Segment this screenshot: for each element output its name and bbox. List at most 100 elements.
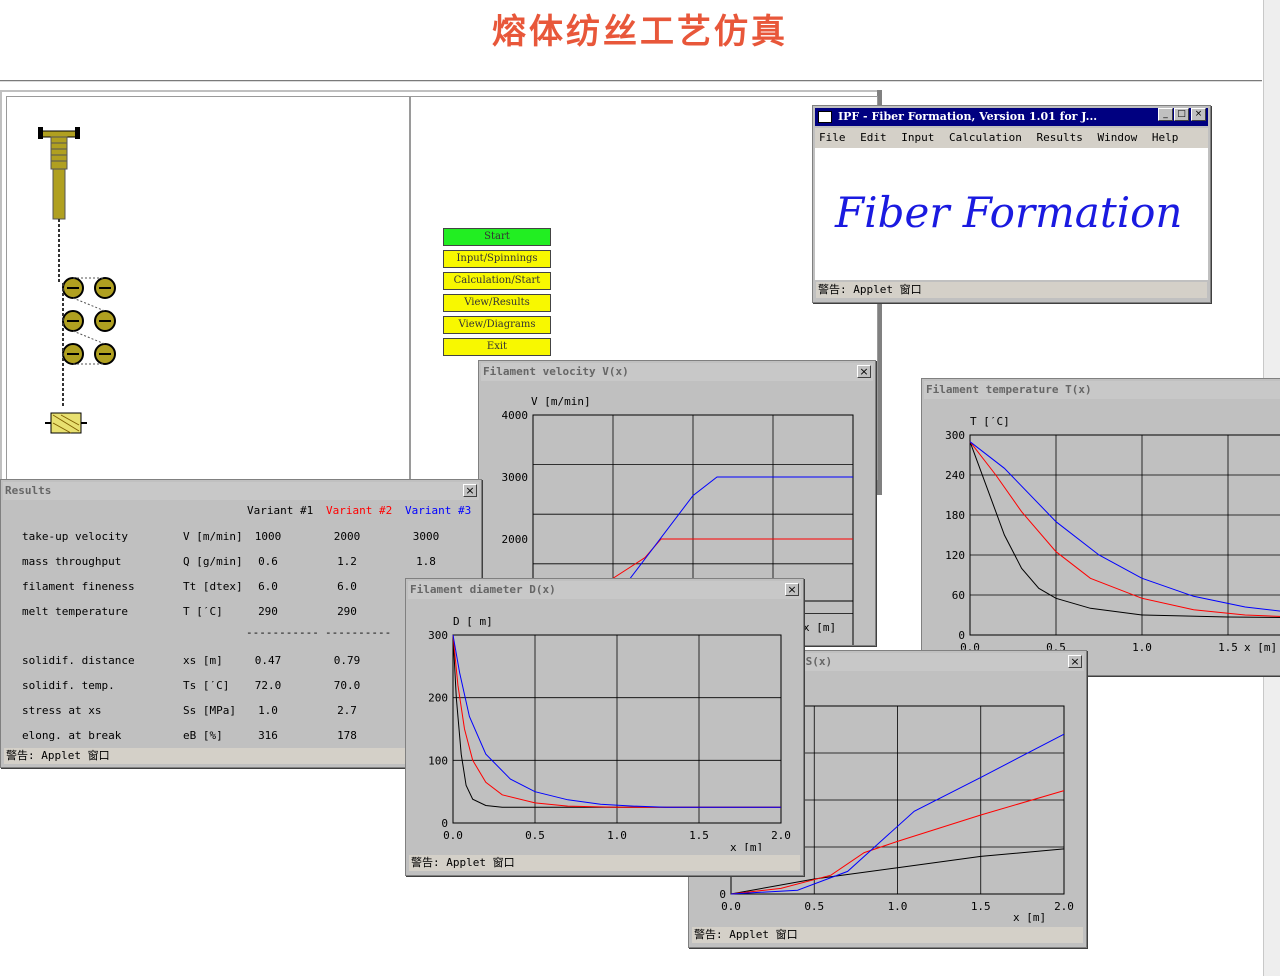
result-unit: Ts [ˊC] bbox=[183, 679, 230, 692]
menu-file[interactable]: File bbox=[819, 131, 846, 144]
minimize-button[interactable]: _ bbox=[1158, 108, 1173, 121]
y-tick-label: 4000 bbox=[502, 409, 529, 422]
result-value: 2000 bbox=[333, 530, 361, 543]
menu-input[interactable]: Input bbox=[901, 131, 934, 144]
temperature-window: Filament temperature T(x) T [ˊC] 0.0 0.5 1… bbox=[921, 378, 1280, 676]
tension-status-bar: 警告: Applet 窗口 bbox=[692, 927, 1083, 943]
app-menubar: File Edit Input Calculation Results Wind… bbox=[815, 128, 1208, 148]
diameter-window-title[interactable]: Filament diameter D(x) bbox=[408, 581, 801, 599]
diameter-status-bar: 警告: Applet 窗口 bbox=[409, 855, 800, 871]
tension-xlabel: x [m] bbox=[1013, 911, 1046, 923]
result-unit: T [ˊC] bbox=[183, 605, 223, 618]
result-value: 290 bbox=[258, 605, 278, 618]
y-tick-label: 300 bbox=[428, 629, 448, 642]
spinning-line-illustration bbox=[38, 127, 116, 434]
diameter-ylabel: D [ m] bbox=[453, 615, 493, 628]
variant-header-3: Variant #3 bbox=[405, 504, 472, 517]
menu-results[interactable]: Results bbox=[1036, 131, 1082, 144]
result-unit: eB [%] bbox=[183, 729, 223, 742]
x-tick-label: 1.0 bbox=[1132, 641, 1152, 654]
result-label: solidif. distance bbox=[22, 654, 135, 667]
series-line-2 bbox=[969, 441, 1280, 617]
result-unit: xs [m] bbox=[183, 654, 223, 667]
temperature-ylabel: T [ˊC] bbox=[970, 415, 1010, 428]
result-value: ----------- bbox=[246, 626, 319, 639]
x-tick-label: 0.5 bbox=[804, 900, 824, 913]
velocity-close-button[interactable]: × bbox=[857, 365, 871, 378]
velocity-xlabel: x [m] bbox=[803, 621, 836, 634]
result-label: take-up velocity bbox=[22, 530, 128, 543]
result-label: melt temperature bbox=[22, 605, 128, 618]
maximize-button[interactable]: □ bbox=[1174, 108, 1189, 121]
result-value: ---------- bbox=[325, 626, 392, 639]
result-value: 178 bbox=[337, 729, 357, 742]
extruder-graphic bbox=[38, 127, 80, 283]
app-close-button[interactable]: × bbox=[1191, 108, 1206, 121]
result-value: 1.2 bbox=[337, 555, 357, 568]
title-divider bbox=[0, 80, 1262, 82]
result-value: 6.0 bbox=[258, 580, 278, 593]
temperature-window-title[interactable]: Filament temperature T(x) bbox=[924, 381, 1280, 399]
y-tick-label: 2000 bbox=[502, 533, 529, 546]
result-value: 70.0 bbox=[333, 679, 361, 692]
series-line-3 bbox=[969, 441, 1280, 612]
view-results-button[interactable]: View/Results bbox=[443, 294, 551, 312]
fiber-formation-banner: Fiber Formation bbox=[835, 188, 1183, 237]
result-value: 290 bbox=[337, 605, 357, 618]
result-value: 6.0 bbox=[337, 580, 357, 593]
diameter-window: Filament diameter D(x) × D [ m] 0.0 0.5 1.… bbox=[405, 578, 804, 876]
result-label: elong. at break bbox=[22, 729, 122, 742]
result-unit: Tt [dtex] bbox=[183, 580, 243, 593]
app-titlebar[interactable]: IPF - Fiber Formation, Version 1.01 for … bbox=[815, 108, 1208, 126]
fiber-formation-window: IPF - Fiber Formation, Version 1.01 for … bbox=[812, 105, 1211, 303]
y-tick-label: 240 bbox=[945, 469, 965, 482]
spinning-line-panel bbox=[6, 96, 410, 480]
result-value: 3000 bbox=[412, 530, 440, 543]
result-unit: Q [g/min] bbox=[183, 555, 243, 568]
result-value: 1000 bbox=[254, 530, 282, 543]
y-tick-label: 60 bbox=[952, 589, 965, 602]
app-window-title: IPF - Fiber Formation, Version 1.01 for … bbox=[838, 110, 1098, 123]
x-tick-label: 1.0 bbox=[888, 900, 908, 913]
tension-close-button[interactable]: × bbox=[1068, 655, 1082, 668]
x-tick-label: 1.5 bbox=[971, 900, 991, 913]
menu-window[interactable]: Window bbox=[1097, 131, 1137, 144]
result-unit: V [m/min] bbox=[183, 530, 243, 543]
result-unit: Ss [MPa] bbox=[183, 704, 236, 717]
y-tick-label: 3000 bbox=[502, 471, 529, 484]
start-button[interactable]: Start bbox=[443, 228, 551, 246]
result-value: 316 bbox=[258, 729, 278, 742]
x-tick-label: 1.5 bbox=[689, 829, 709, 842]
velocity-ylabel: V [m/min] bbox=[531, 395, 591, 408]
menu-edit[interactable]: Edit bbox=[860, 131, 887, 144]
menu-help[interactable]: Help bbox=[1152, 131, 1179, 144]
menu-calculation[interactable]: Calculation bbox=[949, 131, 1022, 144]
result-label: solidif. temp. bbox=[22, 679, 115, 692]
result-label: stress at xs bbox=[22, 704, 102, 717]
x-tick-label: 2.0 bbox=[771, 829, 791, 842]
variant-header-2: Variant #2 bbox=[326, 504, 393, 517]
x-tick-label: 2.0 bbox=[1054, 900, 1074, 913]
page-title: 熔体纺丝工艺仿真 bbox=[492, 12, 788, 52]
app-client-area: Fiber Formation bbox=[815, 148, 1208, 280]
result-value: 1.8 bbox=[416, 555, 436, 568]
input-spinnings-button[interactable]: Input/Spinnings bbox=[443, 250, 551, 268]
y-tick-label: 0 bbox=[441, 817, 448, 830]
variant-header-1: Variant #1 bbox=[247, 504, 314, 517]
exit-button[interactable]: Exit bbox=[443, 338, 551, 356]
x-tick-label: 0.5 bbox=[525, 829, 545, 842]
winder-graphic bbox=[45, 412, 87, 434]
velocity-window-title[interactable]: Filament velocity V(x) bbox=[481, 363, 873, 381]
diameter-chart: D [ m] 0.0 0.5 1.0 1.5 2.0 300 200 100 0 x [m] bbox=[428, 615, 791, 851]
result-value: 0.79 bbox=[333, 654, 361, 667]
result-value: 0.6 bbox=[258, 555, 278, 568]
diameter-close-button[interactable]: × bbox=[785, 583, 799, 596]
y-tick-label: 0 bbox=[719, 888, 726, 901]
godet-rolls bbox=[62, 277, 116, 408]
app-window-icon bbox=[818, 111, 832, 123]
y-tick-label: 180 bbox=[945, 509, 965, 522]
view-diagrams-button[interactable]: View/Diagrams bbox=[443, 316, 551, 334]
calculation-start-button[interactable]: Calculation/Start bbox=[443, 272, 551, 290]
result-value: 1.0 bbox=[258, 704, 278, 717]
result-value: 0.47 bbox=[254, 654, 282, 667]
